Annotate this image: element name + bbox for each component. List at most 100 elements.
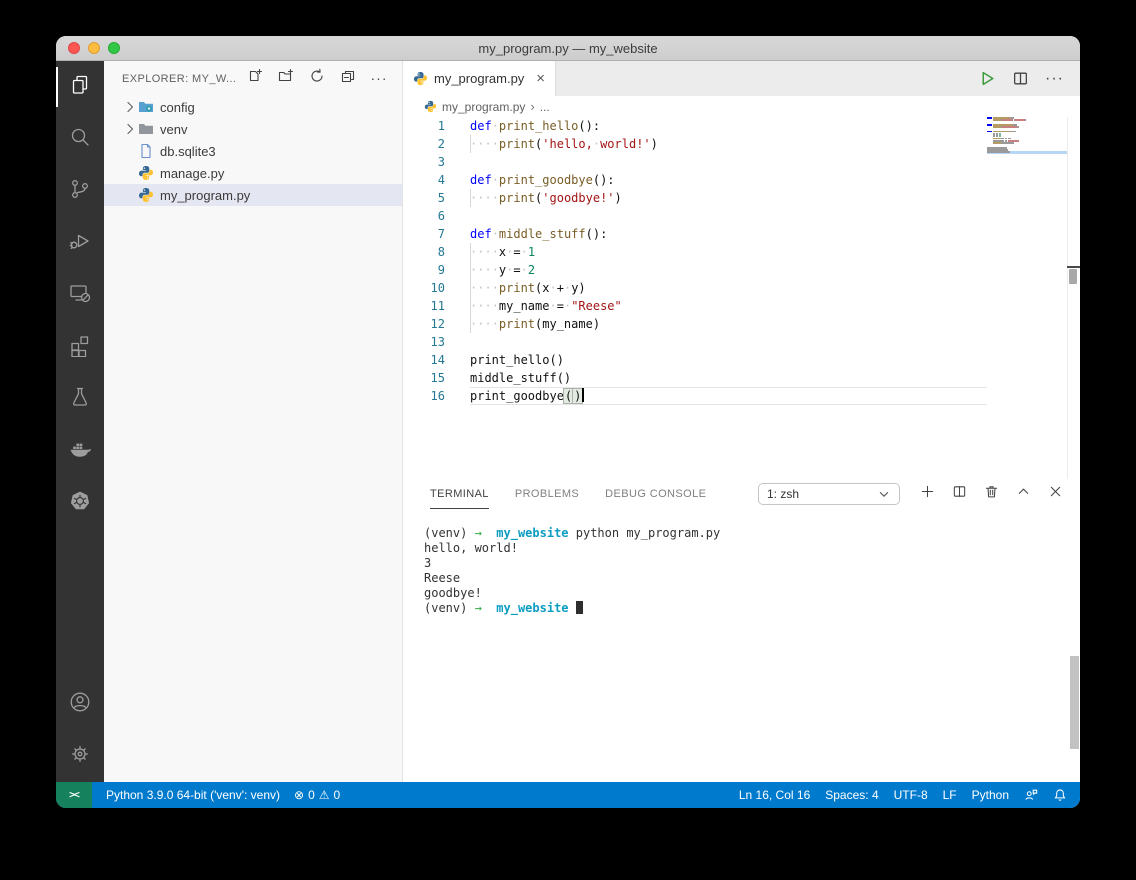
line-number[interactable]: 4 [403,171,470,189]
remote-explorer-icon [68,281,92,310]
account-icon [68,690,92,719]
run-python-file-button[interactable] [979,70,996,87]
activity-run-debug[interactable] [56,217,104,269]
line-number[interactable]: 16 [403,387,470,405]
activity-docker[interactable] [56,425,104,477]
minimize-button[interactable] [88,42,100,54]
beaker-icon [68,385,92,414]
new-file-button[interactable] [246,68,264,88]
new-folder-button[interactable] [277,68,295,89]
code-text: ····x·=·1 [470,243,536,261]
code-line-2: 2 ····print('hello,·world!') [403,135,1080,153]
code-line-11: 11 ····my_name·=·"Reese" [403,297,1080,315]
line-number[interactable]: 13 [403,333,470,351]
code-text: print_goodbye() [470,387,584,405]
split-editor-button[interactable] [1012,70,1029,87]
activity-source-control[interactable] [56,165,104,217]
maximize-panel-button[interactable] [1016,484,1031,504]
new-terminal-button[interactable] [920,484,935,504]
gear-icon [68,742,92,771]
code-line-3: 3 [403,153,1080,171]
terminal-line: goodbye! [424,586,482,600]
line-number[interactable]: 8 [403,243,470,261]
line-number[interactable]: 6 [403,207,470,225]
line-number[interactable]: 10 [403,279,470,297]
activity-extensions[interactable] [56,321,104,373]
refresh-button[interactable] [308,68,326,88]
line-number[interactable]: 5 [403,189,470,207]
tab-my-program[interactable]: my_program.py × [403,61,556,96]
collapse-folders-button[interactable] [339,70,357,88]
breadcrumb-file[interactable]: my_program.py [442,100,525,114]
line-number[interactable]: 2 [403,135,470,153]
eol-indicator[interactable]: LF [943,788,957,802]
tree-item-manage.py[interactable]: manage.py [104,162,402,184]
breadcrumb-symbol[interactable]: ... [540,100,550,114]
code-text: ····print('goodbye!') [470,189,622,207]
error-icon: ⊗ [294,788,305,802]
code-text: def·middle_stuff(): [470,227,608,241]
activity-settings[interactable] [56,730,104,782]
tab-label: my_program.py [434,71,525,86]
python-icon [424,100,437,113]
chevron-down-icon [879,491,889,497]
tree-item-db.sqlite3[interactable]: db.sqlite3 [104,140,402,162]
terminal-output[interactable]: (venv) → my_website python my_program.py… [403,509,1080,782]
language-indicator[interactable]: Python [972,788,1009,802]
encoding-indicator[interactable]: UTF-8 [894,788,928,802]
titlebar[interactable]: my_program.py — my_website [56,36,1080,61]
line-number[interactable]: 11 [403,297,470,315]
tree-item-label: my_program.py [160,187,251,203]
tab-terminal[interactable]: TERMINAL [430,479,489,509]
tab-problems[interactable]: PROBLEMS [515,479,579,509]
close-icon [1048,484,1063,504]
indent-indicator[interactable]: Spaces: 4 [825,788,878,802]
line-number[interactable]: 1 [403,117,470,135]
terminal-shell-value: 1: zsh [767,487,800,501]
terminal-shell-select[interactable]: 1: zsh [758,483,900,505]
feedback-button[interactable] [1024,788,1038,802]
terminal-scrollbar-thumb[interactable] [1070,656,1079,749]
terminal-line: Reese [424,571,461,585]
split-terminal-button[interactable] [952,484,967,504]
editor-more-actions-button[interactable]: ··· [1045,70,1064,88]
line-number[interactable]: 15 [403,369,470,387]
line-col-indicator[interactable]: Ln 16, Col 16 [739,788,810,802]
close-panel-button[interactable] [1048,484,1063,504]
activity-testing[interactable] [56,373,104,425]
code-text: middle_stuff() [470,371,572,385]
line-number[interactable]: 12 [403,315,470,333]
remote-indicator[interactable]: >< [56,782,92,808]
code-text: ····print('hello,·world!') [470,135,658,153]
tab-debug-console[interactable]: DEBUG CONSOLE [605,479,706,509]
python-interpreter-indicator[interactable]: Python 3.9.0 64-bit ('venv': venv) [106,788,280,802]
tree-item-venv[interactable]: venv [104,118,402,140]
close-button[interactable] [68,42,80,54]
problems-indicator[interactable]: ⊗ 0 ⚠ 0 [294,788,340,802]
python-icon [413,71,428,86]
line-number[interactable]: 14 [403,351,470,369]
activity-kubernetes[interactable] [56,477,104,529]
line-number[interactable]: 3 [403,153,470,171]
line-number[interactable]: 9 [403,261,470,279]
activity-explorer[interactable] [56,61,104,113]
minimap[interactable] [987,117,1067,163]
activity-search[interactable] [56,113,104,165]
tree-item-label: db.sqlite3 [160,143,216,159]
bell-icon [1054,789,1066,801]
line-number[interactable]: 7 [403,225,470,243]
tab-close-icon[interactable]: × [536,71,545,86]
zoom-button[interactable] [108,42,120,54]
editor-scrollbar-thumb[interactable] [1069,269,1077,284]
views-more-button[interactable]: ··· [370,70,388,88]
remote-icon: >< [69,789,80,801]
code-editor[interactable]: 1 def·print_hello(): 2 ····print('hello,·wo… [403,117,1080,479]
tree-item-my_program.py[interactable]: my_program.py [104,184,402,206]
tree-item-config[interactable]: config [104,96,402,118]
kill-terminal-button[interactable] [984,484,999,504]
notifications-button[interactable] [1053,788,1067,802]
activity-accounts[interactable] [56,678,104,730]
activity-remote-explorer[interactable] [56,269,104,321]
warning-icon: ⚠ [318,788,330,802]
new-folder-icon [278,68,294,89]
